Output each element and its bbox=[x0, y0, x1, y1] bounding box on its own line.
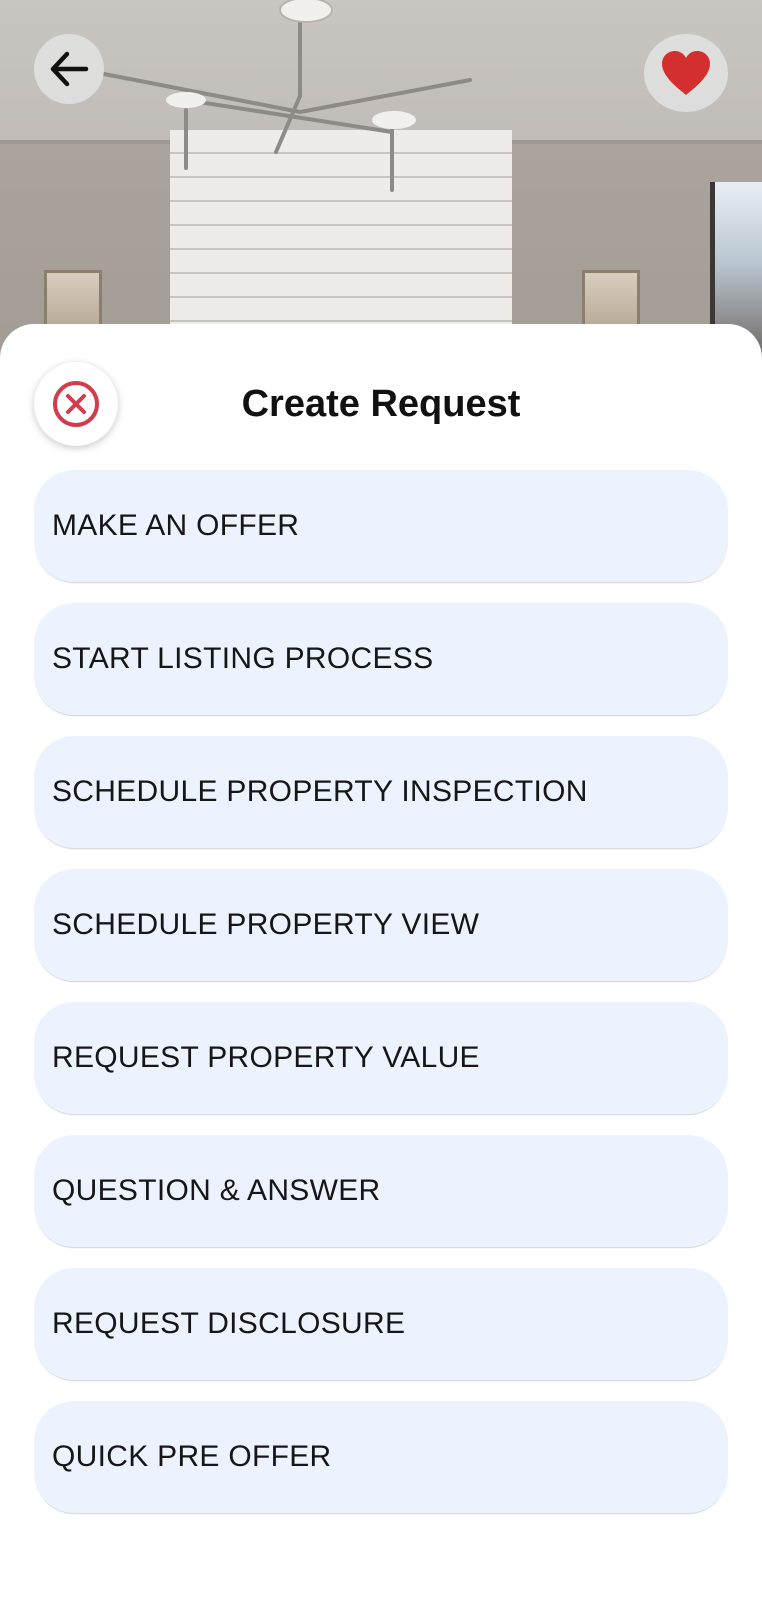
favorite-button[interactable] bbox=[644, 34, 728, 112]
option-request-disclosure[interactable]: REQUEST DISCLOSURE bbox=[34, 1268, 728, 1380]
option-make-an-offer[interactable]: MAKE AN OFFER bbox=[34, 470, 728, 582]
heart-icon bbox=[662, 51, 710, 95]
option-schedule-property-view[interactable]: SCHEDULE PROPERTY VIEW bbox=[34, 869, 728, 981]
option-schedule-property-inspection[interactable]: SCHEDULE PROPERTY INSPECTION bbox=[34, 736, 728, 848]
create-request-sheet: Create Request MAKE AN OFFER START LISTI… bbox=[0, 324, 762, 1600]
option-question-and-answer[interactable]: QUESTION & ANSWER bbox=[34, 1135, 728, 1247]
wall-sconce-left bbox=[44, 270, 102, 332]
arrow-left-icon bbox=[50, 51, 89, 87]
hero-image bbox=[0, 0, 762, 360]
request-options-list: MAKE AN OFFER START LISTING PROCESS SCHE… bbox=[34, 470, 728, 1534]
option-quick-pre-offer[interactable]: QUICK PRE OFFER bbox=[34, 1401, 728, 1513]
option-start-listing-process[interactable]: START LISTING PROCESS bbox=[34, 603, 728, 715]
back-button[interactable] bbox=[34, 34, 104, 104]
wall-sconce-right bbox=[582, 270, 640, 332]
sheet-title: Create Request bbox=[241, 383, 521, 425]
option-request-property-value[interactable]: REQUEST PROPERTY VALUE bbox=[34, 1002, 728, 1114]
chandelier bbox=[102, 0, 472, 192]
